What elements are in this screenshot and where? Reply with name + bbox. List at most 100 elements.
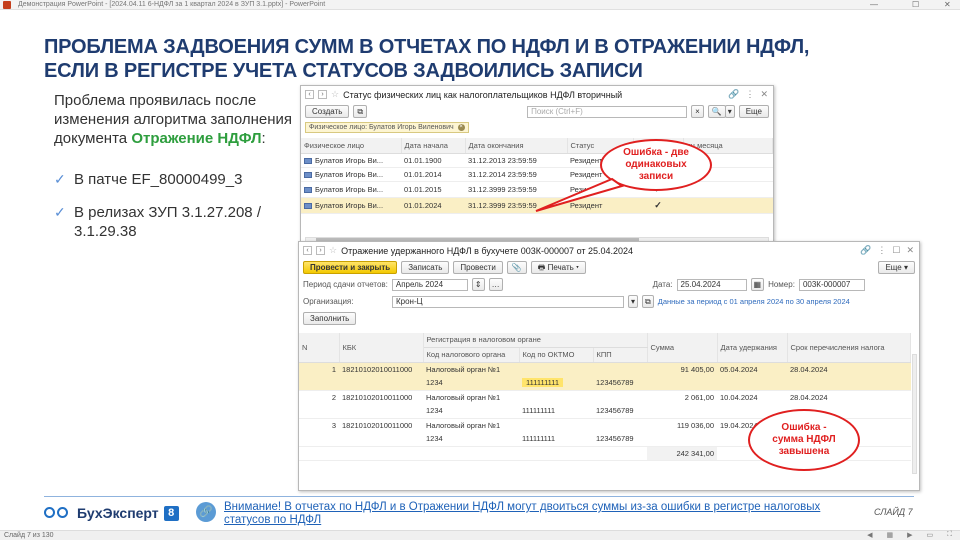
period-spin-icon[interactable]: ⇕ — [471, 278, 485, 291]
table-row-selected-sub[interactable]: 1234 111111111 123456789 — [299, 376, 911, 391]
record-icon — [304, 202, 312, 209]
org-open-icon[interactable]: ⧉ — [642, 295, 654, 308]
table-row[interactable]: Булатов Игорь Ви... 01.01.2015 31.12.399… — [301, 181, 773, 198]
zoom-icon[interactable]: ▭ — [926, 531, 933, 539]
search-menu-icon[interactable]: ▾ — [724, 105, 735, 118]
restore-icon[interactable]: ☐ — [892, 245, 900, 256]
table-vscrollbar[interactable] — [912, 354, 917, 474]
calendar-icon[interactable]: ▦ — [750, 278, 765, 291]
reflection-toolbar: Провести и закрыть Записать Провести 📎 🖶… — [299, 259, 919, 276]
col-person[interactable]: Физическое лицо — [301, 138, 402, 154]
period-input[interactable]: Апрель 2024 — [391, 278, 468, 291]
forward-icon[interactable]: › — [316, 246, 325, 255]
search-clear-icon[interactable]: × — [691, 105, 704, 118]
attach-icon[interactable]: 📎 — [506, 261, 527, 274]
filter-close-icon[interactable]: × — [457, 124, 465, 131]
warning-link[interactable]: Внимание! В отчетах по НДФЛ и в Отражени… — [224, 501, 854, 527]
post-and-close-button[interactable]: Провести и закрыть — [303, 261, 398, 274]
intro-highlight: Отражение НДФЛ — [131, 130, 262, 147]
col-n[interactable]: N — [299, 333, 340, 363]
more-vert-icon[interactable]: ⋮ — [745, 89, 754, 100]
post-button[interactable]: Провести — [453, 261, 503, 274]
owl-logo-icon — [44, 504, 72, 522]
table-row-selected[interactable]: 1 18210102010011000 Налоговый орган №1 9… — [299, 362, 911, 376]
status-toolbar: Создать ⧉ Поиск (Ctrl+F) × 🔍 ▾ Еще — [301, 103, 773, 120]
date-input[interactable]: 25.04.2024 — [676, 278, 747, 291]
person-filter-chip[interactable]: Физическое лицо: Булатов Игорь Виленович… — [305, 122, 469, 133]
period-data-link[interactable]: Данные за период с 01 апреля 2024 по 30 … — [658, 297, 850, 306]
org-label: Организация: — [303, 297, 354, 306]
org-dropdown-icon[interactable]: ▾ — [628, 295, 639, 308]
slide-title-line2: ЕСЛИ В РЕГИСТРЕ УЧЕТА СТАТУСОВ ЗАДВОИЛИС… — [44, 60, 643, 82]
period-select-icon[interactable]: … — [488, 278, 503, 291]
intro-text: Проблема проявилась после изменения алго… — [54, 91, 294, 148]
more-vert-icon[interactable]: ⋮ — [877, 245, 886, 256]
intro-suffix: : — [261, 130, 266, 147]
table-row-selected[interactable]: Булатов Игорь Ви... 01.01.2024 31.12.399… — [301, 197, 773, 214]
col-sum[interactable]: Сумма — [647, 333, 718, 363]
col-deadline[interactable]: Срок перечисления налога — [787, 333, 911, 363]
col-tax-code[interactable]: Код налогового органа — [423, 347, 520, 363]
left-text-column: Проблема проявилась после изменения алго… — [54, 91, 294, 241]
col-kpp[interactable]: КПП — [593, 347, 648, 363]
link-icon[interactable]: 🔗 — [860, 245, 871, 256]
search-icon[interactable]: 🔍 — [707, 105, 726, 118]
col-oktmo[interactable]: Код по ОКТМО — [519, 347, 594, 363]
back-icon[interactable]: ‹ — [305, 90, 314, 99]
slide-counter: Слайд 7 из 130 — [4, 532, 54, 539]
copy-icon[interactable]: ⧉ — [353, 105, 368, 118]
slide: ПРОБЛЕМА ЗАДВОЕНИЯ СУММ В ОТЧЕТАХ ПО НДФ… — [0, 11, 960, 529]
bullet-releases: ✓ В релизах ЗУП 3.1.27.208 / 3.1.29.38 — [54, 203, 294, 241]
error-callout-overstated: Ошибка - сумма НДФЛ завышена — [748, 409, 860, 471]
number-label: Номер: — [768, 280, 795, 289]
save-button[interactable]: Записать — [401, 261, 450, 274]
favorite-star-icon[interactable]: ☆ — [331, 89, 339, 100]
close-icon[interactable]: ✕ — [906, 245, 914, 256]
close-icon[interactable]: ✕ — [944, 0, 951, 9]
check-icon: ✓ — [54, 204, 66, 220]
total-sum: 242 341,00 — [647, 446, 717, 461]
col-start[interactable]: Дата начала — [401, 138, 466, 154]
next-slide-icon[interactable]: ▶ — [907, 531, 912, 539]
check-icon: ✓ — [54, 171, 66, 187]
number-input[interactable]: 003К-000007 — [798, 278, 865, 291]
print-icon: 🖶 — [537, 263, 546, 272]
back-icon[interactable]: ‹ — [303, 246, 312, 255]
org-input[interactable]: Крон-Ц — [392, 295, 624, 308]
col-registration[interactable]: Регистрация в налоговом органе — [423, 333, 648, 348]
record-icon — [304, 171, 312, 178]
forward-icon[interactable]: › — [318, 90, 327, 99]
error-callout-duplicates: Ошибка - две одинаковых записи — [600, 139, 712, 191]
powerpoint-app-icon — [3, 1, 11, 9]
prev-slide-icon[interactable]: ◀ — [867, 531, 872, 539]
status-window-header: ‹ › ☆ Статус физических лиц как налогопл… — [301, 86, 773, 103]
print-button[interactable]: 🖶 Печать ▾ — [530, 261, 586, 274]
col-kbk[interactable]: КБК — [339, 333, 424, 363]
close-icon[interactable]: ✕ — [760, 89, 768, 100]
period-label: Период сдачи отчетов: — [303, 280, 388, 289]
fit-screen-icon[interactable]: ⛶ — [947, 531, 952, 539]
presenter-statusbar: Слайд 7 из 130 ◀ ▦ ▶ ▭ ⛶ — [0, 530, 960, 540]
bullet-releases-text: В релизах ЗУП 3.1.27.208 / 3.1.29.38 — [74, 204, 261, 240]
col-withholding-date[interactable]: Дата удержания — [717, 333, 788, 363]
maximize-icon[interactable]: ☐ — [912, 0, 919, 9]
slide-title: ПРОБЛЕМА ЗАДВОЕНИЯ СУММ В ОТЧЕТАХ ПО НДФ… — [44, 35, 904, 83]
slide-number: СЛАЙД 7 — [874, 507, 913, 517]
slide-title-line1: ПРОБЛЕМА ЗАДВОЕНИЯ СУММ В ОТЧЕТАХ ПО НДФ… — [44, 36, 810, 58]
record-icon — [304, 186, 312, 193]
table-row[interactable]: 2 18210102010011000 Налоговый орган №1 2… — [299, 390, 911, 404]
print-dropdown-icon: ▾ — [576, 263, 579, 272]
fill-button[interactable]: Заполнить — [303, 312, 357, 325]
search-input[interactable]: Поиск (Ctrl+F) — [527, 105, 688, 118]
slide-sorter-icon[interactable]: ▦ — [886, 531, 893, 539]
favorite-star-icon[interactable]: ☆ — [329, 245, 337, 256]
more-button[interactable]: Еще ▾ — [878, 261, 915, 274]
more-dropdown-icon: ▾ — [903, 263, 908, 272]
more-button[interactable]: Еще — [738, 105, 769, 118]
minimize-icon[interactable]: — — [870, 0, 878, 9]
powerpoint-titlebar: Демонстрация PowerPoint - [2024.04.11 6-… — [0, 0, 960, 10]
col-end[interactable]: Дата окончания — [465, 138, 568, 154]
create-button[interactable]: Создать — [305, 105, 350, 118]
link-icon[interactable]: 🔗 — [728, 89, 739, 100]
oktmo-cell-active[interactable]: 111111111 — [522, 378, 564, 388]
